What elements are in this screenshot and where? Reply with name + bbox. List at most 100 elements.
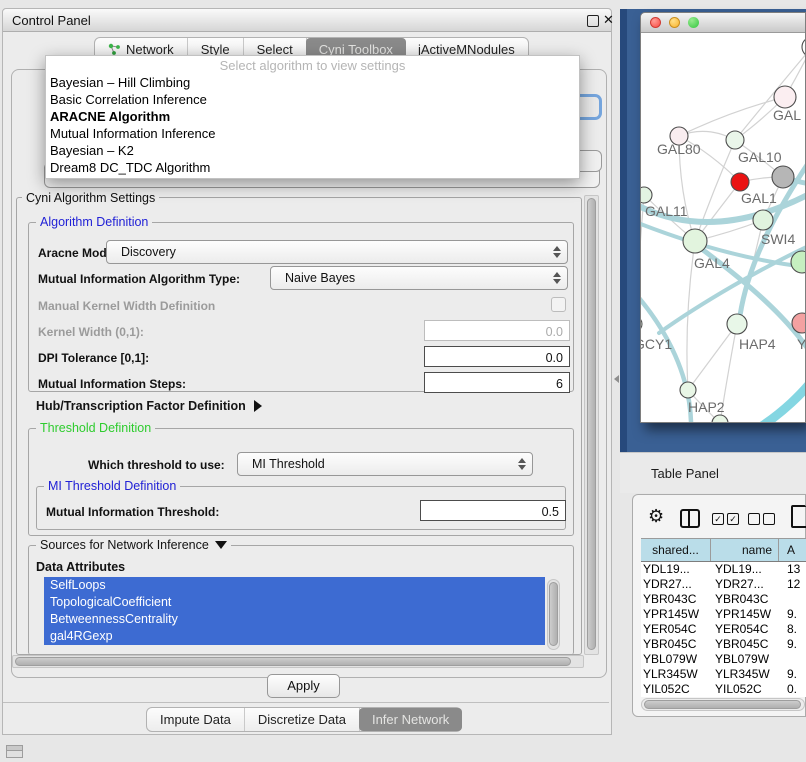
table-cell[interactable]: YER054C: [711, 622, 779, 637]
table-cell[interactable]: 9.: [779, 607, 806, 622]
mi-type-select[interactable]: Naive Bayes: [270, 266, 568, 290]
dock-panel-icon[interactable]: [6, 745, 23, 758]
table-cell[interactable]: YBR045C: [711, 637, 779, 652]
table-row[interactable]: YDR27...YDR27...12: [641, 577, 806, 592]
table-row[interactable]: YDL19...YDL19...13: [641, 562, 806, 577]
attributes-scrollbar-thumb[interactable]: [549, 582, 558, 646]
network-node[interactable]: [774, 86, 796, 108]
algorithm-option[interactable]: Bayesian – Hill Climbing: [46, 74, 579, 91]
table-row[interactable]: YER054CYER054C8.: [641, 622, 806, 637]
tab-infer-network[interactable]: Infer Network: [359, 708, 462, 731]
algorithm-option[interactable]: Basic Correlation Inference: [46, 91, 579, 108]
table-cell[interactable]: YDL19...: [641, 562, 711, 577]
table-cell[interactable]: [779, 592, 806, 607]
zoom-traffic-light-icon[interactable]: [688, 17, 699, 28]
column-header-partial[interactable]: A: [779, 539, 806, 561]
settings-gear-icon[interactable]: ⚙: [648, 506, 664, 527]
mi-steps-input[interactable]: [424, 372, 570, 393]
table-row[interactable]: YPR145WYPR145W9.: [641, 607, 806, 622]
settings-hscrollbar-track[interactable]: [12, 655, 584, 668]
apply-button[interactable]: Apply: [267, 674, 340, 698]
mi-threshold-input[interactable]: [420, 500, 566, 521]
network-node[interactable]: [753, 210, 773, 230]
aracne-mode-select[interactable]: Discovery: [106, 240, 568, 264]
algorithm-option[interactable]: Bayesian – K2: [46, 142, 579, 159]
checked-checkbox-icon[interactable]: ✓: [712, 513, 724, 525]
table-cell[interactable]: YDL19...: [711, 562, 779, 577]
table-row[interactable]: YBR043CYBR043C: [641, 592, 806, 607]
close-traffic-light-icon[interactable]: [650, 17, 661, 28]
control-panel-titlebar[interactable]: Control Panel ✕: [3, 9, 611, 32]
table-cell[interactable]: YBR045C: [641, 637, 711, 652]
table-cell[interactable]: YIL052C: [711, 682, 779, 697]
table-cell[interactable]: YER054C: [641, 622, 711, 637]
network-node[interactable]: [772, 166, 794, 188]
table-cell[interactable]: YDR27...: [711, 577, 779, 592]
network-node[interactable]: [680, 382, 696, 398]
tab-discretize-data[interactable]: Discretize Data: [245, 708, 360, 731]
network-window-titlebar[interactable]: [641, 13, 805, 33]
table-hscrollbar-thumb[interactable]: [644, 700, 801, 709]
attribute-list-item-selected[interactable]: TopologicalCoefficient: [44, 594, 545, 611]
column-header-shared-name[interactable]: shared...: [641, 539, 711, 561]
new-table-icon[interactable]: [791, 505, 806, 528]
checked-checkbox-icon[interactable]: ✓: [727, 513, 739, 525]
table-cell[interactable]: 8.: [779, 622, 806, 637]
table-cell[interactable]: YBL079W: [641, 652, 711, 667]
column-header-name[interactable]: name: [711, 539, 779, 561]
table-cell[interactable]: 13: [779, 562, 806, 577]
dpi-tolerance-input[interactable]: [424, 346, 570, 367]
table-hscrollbar-track[interactable]: [641, 698, 805, 711]
table-cell[interactable]: YBL079W: [711, 652, 779, 667]
algorithm-option[interactable]: Dream8 DC_TDC Algorithm: [46, 159, 579, 176]
table-cell[interactable]: YLR345W: [641, 667, 711, 682]
splitter-arrow-icon[interactable]: [614, 375, 619, 383]
settings-hscrollbar-thumb[interactable]: [15, 657, 571, 666]
algorithm-option[interactable]: ARACNE Algorithm: [46, 108, 579, 125]
network-node[interactable]: [712, 415, 728, 422]
table-cell[interactable]: [779, 652, 806, 667]
manual-kernel-checkbox[interactable]: [551, 297, 566, 312]
table-cell[interactable]: 12: [779, 577, 806, 592]
network-canvas[interactable]: GALGAL80GAL10GAL1GAL11SWI4GAL4GCY1HAP4YH…: [641, 33, 805, 422]
hub-definition-expander[interactable]: Hub/Transcription Factor Definition: [36, 399, 262, 413]
settings-scrollbar-thumb[interactable]: [587, 198, 596, 650]
table-cell[interactable]: YPR145W: [641, 607, 711, 622]
close-icon[interactable]: ✕: [603, 13, 614, 26]
table-row[interactable]: YLR345WYLR345W9.: [641, 667, 806, 682]
table-row[interactable]: YBR045CYBR045C9.: [641, 637, 806, 652]
table-cell[interactable]: 9.: [779, 667, 806, 682]
attribute-list-item-selected[interactable]: BetweennessCentrality: [44, 611, 545, 628]
float-window-icon[interactable]: [587, 15, 599, 27]
kernel-width-input[interactable]: [424, 320, 570, 341]
network-node[interactable]: [727, 314, 747, 334]
column-layout-icon[interactable]: [680, 509, 700, 528]
network-node[interactable]: [802, 37, 805, 57]
table-cell[interactable]: YDR27...: [641, 577, 711, 592]
unchecked-checkbox-icon[interactable]: [748, 513, 760, 525]
table-row[interactable]: YBL079WYBL079W: [641, 652, 806, 667]
attribute-list-item-selected[interactable]: SelfLoops: [44, 577, 545, 594]
network-node[interactable]: [731, 173, 749, 191]
attributes-scrollbar-track[interactable]: [547, 579, 560, 650]
table-cell[interactable]: YIL052C: [641, 682, 711, 697]
network-node[interactable]: [641, 316, 642, 332]
table-cell[interactable]: 9.: [779, 637, 806, 652]
network-node[interactable]: [726, 131, 744, 149]
table-row[interactable]: YIL052CYIL052C0.: [641, 682, 806, 697]
table-cell[interactable]: YPR145W: [711, 607, 779, 622]
table-cell[interactable]: 0.: [779, 682, 806, 697]
table-cell[interactable]: YBR043C: [711, 592, 779, 607]
minimize-traffic-light-icon[interactable]: [669, 17, 680, 28]
sources-expander[interactable]: Sources for Network Inference: [36, 538, 231, 552]
table-cell[interactable]: YLR345W: [711, 667, 779, 682]
settings-scrollbar-track[interactable]: [584, 195, 599, 655]
unchecked-checkbox-icon[interactable]: [763, 513, 775, 525]
attribute-list-item-selected[interactable]: gal4RGexp: [44, 628, 545, 645]
network-node[interactable]: [683, 229, 707, 253]
table-cell[interactable]: YBR043C: [641, 592, 711, 607]
algorithm-option[interactable]: Mutual Information Inference: [46, 125, 579, 142]
tab-impute-data[interactable]: Impute Data: [147, 708, 245, 731]
network-node[interactable]: [641, 187, 652, 203]
which-threshold-select[interactable]: MI Threshold: [237, 452, 533, 476]
